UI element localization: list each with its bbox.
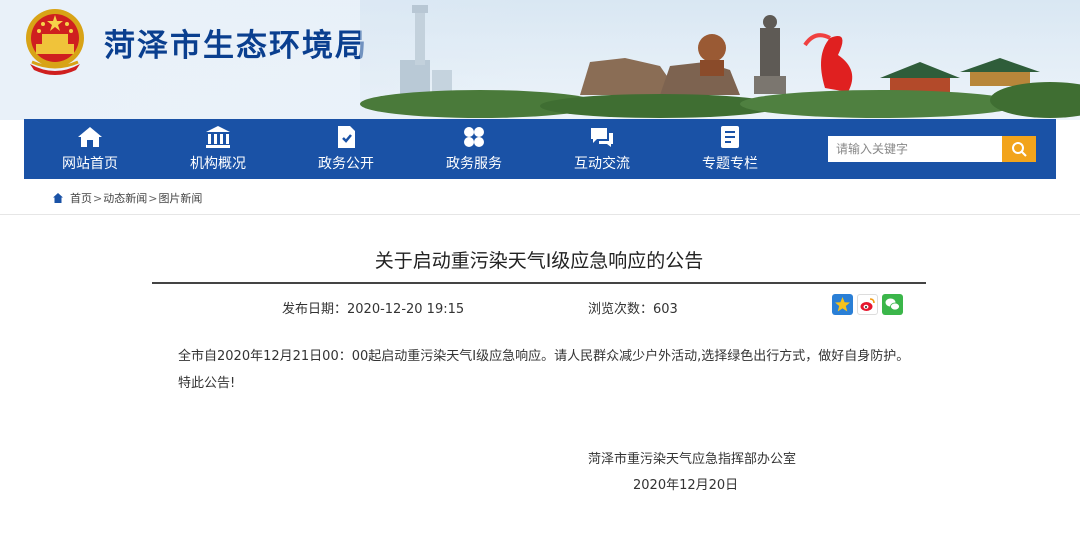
publish-date: 发布日期：2020-12-20 19:15 [282,302,465,317]
wechat-icon [885,298,900,311]
national-emblem-icon [26,9,84,75]
home-icon [78,127,102,147]
nav-item-home[interactable]: 网站首页 [26,119,154,179]
search-input[interactable] [828,136,1002,162]
nav-label: 专题专栏 [702,156,758,172]
site-title[interactable]: 菏泽市生态环境局 [104,20,368,65]
document-icon [338,126,355,148]
search-icon [1012,142,1027,157]
breadcrumb-news[interactable]: 动态新闻 [103,190,147,206]
view-count: 浏览次数：603 [588,302,678,317]
signature-organization: 菏泽市重污染天气应急指挥部办公室 [588,452,797,467]
qzone-share-button[interactable] [832,294,853,315]
wechat-share-button[interactable] [882,294,903,315]
title-divider [152,282,926,284]
article-paragraph: 全市自2020年12月21日00：00起启动重污染天气Ⅰ级应急响应。请人民群众减… [178,349,910,364]
header-banner: 菏泽市生态环境局 [0,0,1080,120]
search-button[interactable] [1002,136,1036,162]
main-nav: 网站首页 机构概况 政务公开 政务服务 互动交流 专题专栏 请输入关键字 [24,119,1056,179]
weibo-icon [860,298,875,311]
breadcrumb-photo-news[interactable]: 图片新闻 [158,190,202,206]
breadcrumb: 首页 > 动态新闻 > 图片新闻 [52,190,202,206]
nav-label: 政务公开 [318,156,374,172]
breadcrumb-home[interactable]: 首页 [70,190,92,206]
nav-label: 网站首页 [62,156,118,172]
qzone-icon [835,297,850,312]
breadcrumb-strip: 首页 > 动态新闻 > 图片新闻 [0,179,1080,215]
nav-item-special-topics[interactable]: 专题专栏 [666,119,794,179]
notepad-icon [721,126,739,148]
nav-label: 互动交流 [574,156,630,172]
search-box [828,136,1036,162]
home-small-icon [53,193,63,203]
nav-label: 机构概况 [190,156,246,172]
breadcrumb-separator: > [148,191,158,205]
share-buttons [832,294,903,315]
signature-date: 2020年12月20日 [633,478,739,493]
nav-item-public-affairs[interactable]: 政务公开 [282,119,410,179]
nav-item-interaction[interactable]: 互动交流 [538,119,666,179]
grid-icon [464,127,484,147]
nav-item-institution[interactable]: 机构概况 [154,119,282,179]
institution-icon [206,126,230,148]
chat-icon [591,128,613,147]
article-paragraph: 特此公告! [178,376,236,391]
nav-item-services[interactable]: 政务服务 [410,119,538,179]
nav-label: 政务服务 [446,156,502,172]
city-scenery-image [360,0,1080,120]
weibo-share-button[interactable] [857,294,878,315]
breadcrumb-separator: > [93,191,103,205]
article-title: 关于启动重污染天气Ⅰ级应急响应的公告 [374,250,704,272]
